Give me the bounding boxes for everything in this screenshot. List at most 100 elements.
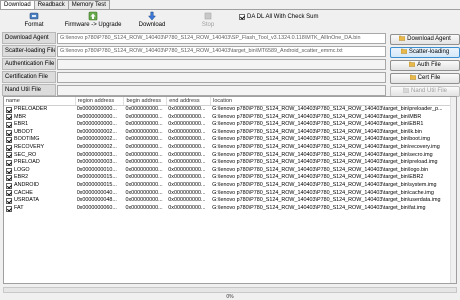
partition-name: USRDATA bbox=[14, 197, 39, 204]
table-row[interactable]: EBR1 0x0000000000... 0x000000000... 0x00000… bbox=[4, 121, 456, 129]
region-address-cell: 0x0000000040... bbox=[76, 189, 117, 196]
table-row[interactable]: FAT 0x0000000060... 0x000000000... 0x000000… bbox=[4, 205, 456, 213]
table-row[interactable]: USRDATA 0x0000000048... 0x000000000... 0x00… bbox=[4, 197, 456, 205]
region-address-cell: 0x0000000015... bbox=[76, 174, 117, 181]
column-header-region-address[interactable]: region address bbox=[76, 97, 125, 105]
begin-address-cell: 0x000000000... bbox=[125, 197, 163, 204]
table-row[interactable]: RECOVERY 0x0000000002... 0x000000000... 0x0… bbox=[4, 144, 456, 152]
vertical-scrollbar[interactable] bbox=[450, 97, 456, 283]
row-name-cell: SEC_RO bbox=[4, 152, 76, 160]
end-address-cell: 0x000000000... bbox=[168, 204, 206, 211]
authentication-file-label: Authentication File bbox=[2, 58, 56, 70]
da-dl-all-label: DA DL All With Check Sum bbox=[247, 14, 319, 20]
table-row[interactable]: MBR 0x0000000000... 0x000000000... 0x000000… bbox=[4, 114, 456, 122]
partition-name: EBR1 bbox=[14, 121, 29, 128]
tab-readback[interactable]: Readback bbox=[33, 0, 69, 9]
begin-address-cell: 0x000000000... bbox=[125, 121, 163, 128]
location-cell[interactable]: G:\lenovo p780\P780_S124_ROW_140403\P780… bbox=[211, 190, 456, 198]
column-header-end-address[interactable]: end address bbox=[167, 97, 212, 105]
location-cell[interactable]: G:\lenovo p780\P780_S124_ROW_140403\P780… bbox=[211, 159, 456, 167]
download-button[interactable]: Download bbox=[134, 11, 170, 29]
end-address-cell: 0x000000000... bbox=[168, 197, 206, 204]
table-row[interactable]: EBR2 0x0000000015... 0x000000000... 0x00000… bbox=[4, 174, 456, 182]
scatter-loading-button[interactable]: Scatter-loading bbox=[390, 47, 460, 58]
download-agent-field[interactable]: G:\lenovo p780\P780_S124_ROW_140403\P780… bbox=[57, 33, 386, 44]
end-address-cell: 0x000000000... bbox=[168, 181, 206, 188]
location-cell[interactable]: G:\lenovo p780\P780_S124_ROW_140403\P780… bbox=[211, 174, 456, 182]
certification-file-field[interactable] bbox=[57, 72, 386, 83]
location-cell[interactable]: G:\lenovo p780\P780_S124_ROW_140403\P780… bbox=[211, 106, 456, 114]
row-checkbox[interactable] bbox=[6, 159, 12, 166]
tab-memory-test[interactable]: Memory Test bbox=[67, 0, 110, 9]
table-row[interactable]: CACHE 0x0000000040... 0x000000000... 0x0000… bbox=[4, 190, 456, 198]
row-name-cell: USRDATA bbox=[4, 197, 76, 205]
column-header-location[interactable]: location bbox=[211, 97, 456, 105]
begin-address-cell: 0x000000000... bbox=[125, 128, 163, 135]
da-dl-all-checkmark[interactable] bbox=[239, 14, 245, 20]
row-checkbox[interactable] bbox=[6, 182, 12, 189]
row-checkbox[interactable] bbox=[6, 190, 12, 197]
table-header: name region address begin address end ad… bbox=[4, 97, 456, 106]
firmware-upgrade-button[interactable]: Firmware -> Upgrade bbox=[62, 11, 124, 29]
cert-file-button[interactable]: Cert File bbox=[390, 73, 460, 84]
row-checkbox[interactable] bbox=[6, 106, 12, 113]
region-address-cell: 0x0000000060... bbox=[76, 204, 117, 211]
partition-name: PRELOAD bbox=[14, 159, 40, 166]
column-header-begin-address[interactable]: begin address bbox=[124, 97, 168, 105]
location-cell[interactable]: G:\lenovo p780\P780_S124_ROW_140403\P780… bbox=[211, 205, 456, 213]
row-name-cell: PRELOAD bbox=[4, 159, 76, 167]
auth-file-button[interactable]: Auth File bbox=[390, 60, 460, 71]
row-name-cell: LOGO bbox=[4, 167, 76, 175]
location-cell[interactable]: G:\lenovo p780\P780_S124_ROW_140403\P780… bbox=[211, 197, 456, 205]
row-checkbox[interactable] bbox=[6, 197, 12, 204]
download-agent-button[interactable]: Download Agent bbox=[390, 34, 460, 45]
region-address-cell: 0x0000000000... bbox=[76, 121, 117, 128]
auth-file-button-label: Auth File bbox=[417, 62, 441, 68]
status-text: 0% bbox=[226, 294, 234, 300]
nand-util-file-field[interactable] bbox=[57, 85, 386, 96]
partition-name: UBOOT bbox=[14, 128, 34, 135]
table-row[interactable]: UBOOT 0x0000000002... 0x000000000... 0x0000… bbox=[4, 129, 456, 137]
begin-address-cell: 0x000000000... bbox=[125, 151, 163, 158]
table-row[interactable]: PRELOAD 0x0000000003... 0x000000000... 0x00… bbox=[4, 159, 456, 167]
table-row[interactable]: LOGO 0x0000000010... 0x000000000... 0x00000… bbox=[4, 167, 456, 175]
table-row[interactable]: PRELOADER 0x0000000000... 0x000000000... 0x… bbox=[4, 106, 456, 114]
location-cell[interactable]: G:\lenovo p780\P780_S124_ROW_140403\P780… bbox=[211, 129, 456, 137]
stop-button[interactable]: Stop bbox=[198, 11, 218, 29]
location-cell[interactable]: G:\lenovo p780\P780_S124_ROW_140403\P780… bbox=[211, 136, 456, 144]
begin-address-cell: 0x000000000... bbox=[125, 166, 163, 173]
location-cell[interactable]: G:\lenovo p780\P780_S124_ROW_140403\P780… bbox=[211, 114, 456, 122]
tab-bar: Download Readback Memory Test bbox=[0, 0, 110, 10]
end-address-cell: 0x000000000... bbox=[168, 159, 206, 166]
table-row[interactable]: BOOTIMG 0x0000000002... 0x000000000... 0x00… bbox=[4, 136, 456, 144]
row-checkbox[interactable] bbox=[6, 121, 12, 128]
begin-address-cell: 0x000000000... bbox=[125, 113, 163, 120]
scatter-loading-button-label: Scatter-loading bbox=[408, 49, 450, 55]
firmware-upgrade-icon bbox=[88, 11, 98, 21]
partition-name: LOGO bbox=[14, 166, 30, 173]
location-cell[interactable]: G:\lenovo p780\P780_S124_ROW_140403\P780… bbox=[211, 152, 456, 160]
row-checkbox[interactable] bbox=[6, 175, 12, 182]
partition-name: PRELOADER bbox=[14, 106, 48, 112]
da-dl-all-checkbox[interactable]: DA DL All With Check Sum bbox=[239, 14, 318, 20]
partition-name: FAT bbox=[14, 204, 24, 211]
row-checkbox[interactable] bbox=[6, 205, 12, 212]
row-checkbox[interactable] bbox=[6, 137, 12, 144]
row-checkbox[interactable] bbox=[6, 144, 12, 151]
location-cell[interactable]: G:\lenovo p780\P780_S124_ROW_140403\P780… bbox=[211, 121, 456, 129]
row-checkbox[interactable] bbox=[6, 129, 12, 136]
location-cell[interactable]: G:\lenovo p780\P780_S124_ROW_140403\P780… bbox=[211, 182, 456, 190]
begin-address-cell: 0x000000000... bbox=[125, 189, 163, 196]
table-row[interactable]: ANDROID 0x0000000015... 0x000000000... 0x00… bbox=[4, 182, 456, 190]
scatter-loading-field[interactable]: G:\lenovo p780\P780_S124_ROW_140403\P780… bbox=[57, 46, 386, 57]
format-button[interactable]: Format bbox=[20, 11, 48, 29]
column-header-name[interactable]: name bbox=[4, 97, 76, 105]
toolbar: Format Firmware -> Upgrade Download Stop… bbox=[0, 10, 460, 30]
location-cell[interactable]: G:\lenovo p780\P780_S124_ROW_140403\P780… bbox=[211, 144, 456, 152]
row-checkbox[interactable] bbox=[6, 152, 12, 159]
row-checkbox[interactable] bbox=[6, 167, 12, 174]
table-row[interactable]: SEC_RO 0x0000000003... 0x000000000... 0x000… bbox=[4, 152, 456, 160]
location-cell[interactable]: G:\lenovo p780\P780_S124_ROW_140403\P780… bbox=[211, 167, 456, 175]
authentication-file-field[interactable] bbox=[57, 59, 386, 70]
row-checkbox[interactable] bbox=[6, 114, 12, 121]
